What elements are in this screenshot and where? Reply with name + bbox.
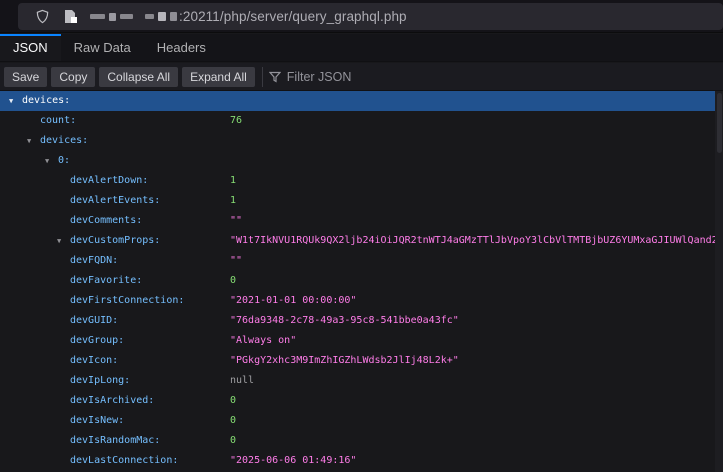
json-value: "76da9348-2c78-49a3-95c8-541bbe0a43fc" (230, 311, 459, 331)
json-value: 0 (230, 431, 236, 451)
expander-icon[interactable]: ▼ (27, 131, 31, 151)
scrollbar-thumb[interactable] (717, 93, 722, 153)
json-key: devices: (22, 91, 70, 111)
save-button[interactable]: Save (4, 67, 47, 87)
json-key: devIsRandomMac: (70, 431, 160, 451)
browser-window: :20211/php/server/query_graphql.php JSON… (0, 0, 723, 472)
expander-icon[interactable]: ▼ (9, 91, 13, 111)
devtools-tabbar: JSON Raw Data Headers (0, 34, 723, 62)
filter-json-input[interactable] (287, 70, 587, 84)
tab-raw-data-label: Raw Data (74, 40, 131, 55)
json-row-devIsArchived[interactable]: devIsArchived: 0 (0, 391, 715, 411)
redacted-host (90, 12, 177, 21)
json-row-devices[interactable]: ▼ devices: (0, 91, 715, 111)
copy-button[interactable]: Copy (51, 67, 95, 87)
json-value: "Always on" (230, 331, 296, 351)
json-row-devLastConnection[interactable]: devLastConnection: "2025-06-06 01:49:16" (0, 451, 715, 471)
json-value: 1 (230, 171, 236, 191)
json-tree-panel: ▼devices:count:76▼devices:▼0:devAlertDow… (0, 91, 723, 472)
json-row-devGUID[interactable]: devGUID: "76da9348-2c78-49a3-95c8-541bbe0… (0, 311, 715, 331)
json-key: devIsNew: (70, 411, 124, 431)
json-row-devAlertDown[interactable]: devAlertDown: 1 (0, 171, 715, 191)
json-row-count[interactable]: count: 76 (0, 111, 715, 131)
vertical-scrollbar[interactable] (715, 91, 723, 472)
json-value: "2025-06-06 01:49:16" (230, 451, 356, 471)
json-key: 0: (58, 151, 70, 171)
json-value: "" (230, 211, 242, 231)
json-row-devAlertEvents[interactable]: devAlertEvents: 1 (0, 191, 715, 211)
json-value: "PGkgY2xhc3M9ImZhIGZhLWdsb2JlIj48L2k+" (230, 351, 459, 371)
filter-json-container (269, 70, 723, 84)
json-row-devIcon[interactable]: devIcon: "PGkgY2xhc3M9ImZhIGZhLWdsb2JlIj4… (0, 351, 715, 371)
json-value: 76 (230, 111, 242, 131)
tab-headers-label: Headers (157, 40, 206, 55)
json-value: 1 (230, 191, 236, 211)
json-value: "" (230, 251, 242, 271)
json-key: devFQDN: (70, 251, 118, 271)
collapse-all-button[interactable]: Collapse All (99, 67, 178, 87)
json-key: devFavorite: (70, 271, 142, 291)
json-row-devFQDN[interactable]: devFQDN: "" (0, 251, 715, 271)
json-key: devGUID: (70, 311, 118, 331)
json-row-devices[interactable]: ▼ devices: (0, 131, 715, 151)
json-rows: ▼devices:count:76▼devices:▼0:devAlertDow… (0, 91, 715, 471)
json-toolbar: Save Copy Collapse All Expand All (0, 63, 723, 91)
json-key: devCustomProps: (70, 231, 160, 251)
url-text: :20211/php/server/query_graphql.php (179, 9, 407, 24)
address-bar[interactable]: :20211/php/server/query_graphql.php (18, 3, 723, 30)
json-row-devIsNew[interactable]: devIsNew: 0 (0, 411, 715, 431)
json-row-0[interactable]: ▼ 0: (0, 151, 715, 171)
browser-toolbar: :20211/php/server/query_graphql.php (0, 0, 723, 33)
json-value: 0 (230, 411, 236, 431)
json-value: null (230, 371, 254, 391)
expander-icon[interactable]: ▼ (57, 231, 61, 251)
json-value: "2021-01-01 00:00:00" (230, 291, 356, 311)
tab-json-label: JSON (13, 40, 48, 55)
json-row-devComments[interactable]: devComments: "" (0, 211, 715, 231)
json-row-devFavorite[interactable]: devFavorite: 0 (0, 271, 715, 291)
json-key: devices: (40, 131, 88, 151)
json-value: 0 (230, 271, 236, 291)
tab-raw-data[interactable]: Raw Data (61, 34, 144, 61)
expand-all-button[interactable]: Expand All (182, 67, 255, 87)
shield-icon[interactable] (28, 3, 56, 30)
tab-headers[interactable]: Headers (144, 34, 219, 61)
json-key: devIsArchived: (70, 391, 154, 411)
json-row-devIsRandomMac[interactable]: devIsRandomMac: 0 (0, 431, 715, 451)
toolbar-separator (262, 67, 263, 87)
json-key: devGroup: (70, 331, 124, 351)
json-row-devGroup[interactable]: devGroup: "Always on" (0, 331, 715, 351)
json-key: count: (40, 111, 76, 131)
tab-json[interactable]: JSON (0, 34, 61, 61)
json-key: devAlertEvents: (70, 191, 160, 211)
json-key: devIcon: (70, 351, 118, 371)
json-row-devIpLong[interactable]: devIpLong: null (0, 371, 715, 391)
page-icon[interactable] (56, 3, 84, 30)
json-key: devComments: (70, 211, 142, 231)
json-value: 0 (230, 391, 236, 411)
json-row-devFirstConnection[interactable]: devFirstConnection: "2021-01-01 00:00:00" (0, 291, 715, 311)
json-key: devFirstConnection: (70, 291, 184, 311)
filter-funnel-icon (269, 71, 281, 83)
json-key: devLastConnection: (70, 451, 178, 471)
json-key: devIpLong: (70, 371, 130, 391)
json-key: devAlertDown: (70, 171, 148, 191)
json-row-devCustomProps[interactable]: ▼ devCustomProps: "W1t7IkNVU1RQUk9QX2ljb24… (0, 231, 715, 251)
expander-icon[interactable]: ▼ (45, 151, 49, 171)
json-value: "W1t7IkNVU1RQUk9QX2ljb24iOiJQR2tnWTJ4aGM… (230, 231, 718, 251)
